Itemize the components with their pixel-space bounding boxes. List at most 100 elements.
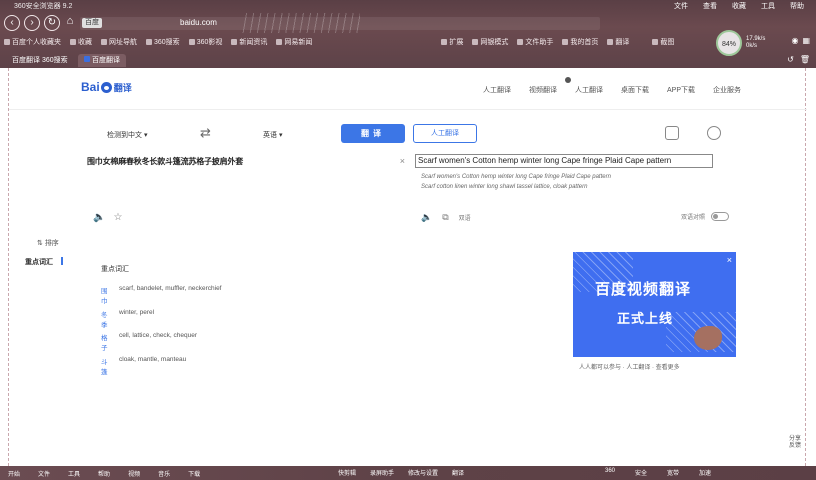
vocab-word[interactable]: 冬季 (101, 309, 113, 329)
logo-text: Bai (81, 80, 100, 94)
address-bar[interactable]: 百度 baidu.com (80, 13, 600, 33)
nav-item-video[interactable]: 视频翻译 (529, 77, 571, 95)
favorite-item[interactable]: 新闻资讯 (231, 37, 267, 47)
vocab-word[interactable]: 格子 (101, 332, 113, 352)
taskbar-item[interactable]: 开始 (8, 469, 20, 478)
user-icon[interactable]: ◉ (791, 36, 798, 45)
vocab-row: 冬季 winter, perel (101, 309, 401, 329)
favorite-item[interactable]: 我的首页 (562, 37, 598, 47)
tray-item[interactable]: 加速 (699, 468, 711, 477)
favorite-item[interactable]: 360影视 (188, 37, 222, 47)
settings-icon[interactable] (707, 126, 721, 140)
taskbar-item[interactable]: 录屏助手 (370, 468, 394, 477)
restore-tab-icon[interactable]: ↺ (787, 55, 794, 64)
swap-languages-icon[interactable]: ⇄ (200, 125, 211, 141)
share-link[interactable]: 分享 (789, 436, 801, 443)
menu-tools[interactable]: 工具 (761, 1, 775, 11)
copy-icon[interactable]: ⧉ (442, 212, 448, 223)
vocab-row: 格子 cell, lattice, check, chequer (101, 332, 401, 352)
title-bar: 360安全浏览器 9.2 文件 查看 收藏 工具 帮助 (0, 0, 816, 12)
speaker-icon[interactable]: 🔈 (93, 212, 105, 223)
taskbar-item[interactable]: 音乐 (158, 469, 170, 478)
back-icon[interactable]: ‹ (4, 15, 20, 31)
target-tools: 🔈 ⧉ 双语 (421, 212, 471, 223)
ad-close-icon[interactable]: × (727, 255, 732, 265)
feedback-link[interactable]: 反馈 (789, 443, 801, 450)
ad-caption[interactable]: 人人都可以参与 · 人工翻译 · 查看更多 (579, 362, 680, 371)
nav-bar: ‹ › ↻ ⌂ 百度 baidu.com (0, 12, 816, 34)
tray-item[interactable]: 宽带 (667, 468, 679, 477)
taskbar-item[interactable]: 文件 (38, 469, 50, 478)
video-translate-ad[interactable]: 百度视频翻译 正式上线 × (573, 252, 736, 357)
taskbar-item[interactable]: 帮助 (98, 469, 110, 478)
human-translate-button[interactable]: 人工翻译 (413, 124, 477, 143)
taskbar-item[interactable]: 修改与设置 (408, 468, 438, 477)
top-nav: 人工翻译 视频翻译 人工翻译 桌面下载 APP下载 企业服务 (483, 77, 741, 95)
taskbar-item[interactable]: 视频 (128, 469, 140, 478)
vocab-word[interactable]: 斗篷 (101, 356, 113, 376)
right-float-tools: 分享 反馈 (789, 436, 801, 450)
ad-subtitle: 正式上线 (617, 311, 674, 326)
translation-alt: Scarf cotton linen winter long shawl tas… (421, 184, 588, 190)
favorite-item[interactable]: 网址导航 (101, 37, 137, 47)
tab-tools: ↺ 🗑 (787, 55, 810, 64)
address-url[interactable]: baidu.com (180, 18, 217, 27)
favorites-bar: 百度个人收藏夹 收藏 网址导航 360搜索 360影视 新闻资讯 网易新闻 扩展… (0, 34, 816, 50)
tray-item[interactable]: 360 (605, 468, 615, 477)
taskbar-item[interactable]: 翻译 (452, 468, 464, 477)
trash-icon[interactable]: 🗑 (800, 55, 810, 64)
clear-icon[interactable]: × (400, 156, 405, 166)
menu-favorites[interactable]: 收藏 (732, 1, 746, 11)
translation-alt: Scarf women's Cotton hemp winter long Ca… (421, 174, 611, 180)
vocab-list: 重点词汇 围巾 scarf, bandelet, muffler, neckerc… (101, 264, 401, 379)
image-translate-icon[interactable] (665, 126, 679, 140)
source-text-area[interactable]: 围巾女棉麻春秋冬长款斗篷流苏格子披肩外套 × 🔈 ☆ (87, 154, 407, 230)
refresh-icon[interactable]: ↻ (44, 15, 60, 31)
speaker-icon[interactable]: 🔈 (421, 212, 432, 223)
menu-bar: 文件 查看 收藏 工具 帮助 (674, 1, 804, 11)
nav-item[interactable]: APP下载 (667, 85, 695, 95)
nav-item[interactable]: 企业服务 (713, 85, 741, 95)
grid-icon[interactable]: ▦ (802, 36, 810, 45)
menu-help[interactable]: 帮助 (790, 1, 804, 11)
favorite-item[interactable]: 翻译 (607, 37, 629, 47)
translate-button[interactable]: 翻译 (341, 124, 405, 143)
favorite-item[interactable]: 收藏 (70, 37, 92, 47)
sidebar-vocab[interactable]: 重点词汇 (25, 257, 63, 267)
vocab-meaning: scarf, bandelet, muffler, neckerchief (119, 285, 222, 292)
tab-baidu-translate[interactable]: 百度翻译 (78, 54, 126, 67)
translation-result[interactable]: Scarf women's Cotton hemp winter long Ca… (415, 154, 713, 168)
tray-item[interactable]: 安全 (635, 468, 647, 477)
vocab-word[interactable]: 围巾 (101, 285, 113, 305)
favorite-item[interactable]: 网易新闻 (276, 37, 312, 47)
favorite-item[interactable]: 网银模式 (472, 37, 508, 47)
source-text[interactable]: 围巾女棉麻春秋冬长款斗篷流苏格子披肩外套 (87, 156, 243, 167)
source-language-select[interactable]: 检测到中文 ▾ (107, 130, 147, 140)
favorite-item[interactable]: 截图 (652, 37, 674, 47)
home-icon[interactable]: ⌂ (62, 15, 78, 31)
forward-icon[interactable]: › (24, 15, 40, 31)
favorite-item[interactable]: 360搜索 (146, 37, 180, 47)
bilingual-toggle[interactable] (711, 212, 729, 221)
translate-page: Bai 翻译 人工翻译 视频翻译 人工翻译 桌面下载 APP下载 企业服务 检测… (8, 68, 807, 466)
menu-view[interactable]: 查看 (703, 1, 717, 11)
favorite-item[interactable]: 百度个人收藏夹 (4, 37, 61, 47)
baidu-translate-logo[interactable]: Bai 翻译 (81, 80, 132, 94)
nav-item[interactable]: 人工翻译 (575, 85, 603, 95)
bilingual-label[interactable]: 双语 (459, 213, 471, 222)
nav-item[interactable]: 人工翻译 (483, 85, 511, 95)
nav-item[interactable]: 桌面下载 (621, 85, 649, 95)
favorite-item[interactable]: 扩展 (441, 37, 463, 47)
vocab-row: 围巾 scarf, bandelet, muffler, neckerchief (101, 285, 401, 305)
taskbar: 开始 文件 工具 帮助 视频 音乐 下载 快剪辑 录屏助手 修改与设置 翻译 3… (0, 466, 816, 480)
tab-search[interactable]: 百度翻译 360搜索 (6, 54, 74, 67)
taskbar-item[interactable]: 下载 (188, 469, 200, 478)
net-down-speed: 0k/s (746, 43, 758, 49)
star-icon[interactable]: ☆ (113, 212, 122, 223)
menu-file[interactable]: 文件 (674, 1, 688, 11)
taskbar-item[interactable]: 工具 (68, 469, 80, 478)
target-language-select[interactable]: 英语 ▾ (263, 130, 282, 140)
sort-option[interactable]: ⇅ 排序 (37, 238, 59, 248)
favorite-item[interactable]: 文件助手 (517, 37, 553, 47)
taskbar-item[interactable]: 快剪辑 (338, 468, 356, 477)
